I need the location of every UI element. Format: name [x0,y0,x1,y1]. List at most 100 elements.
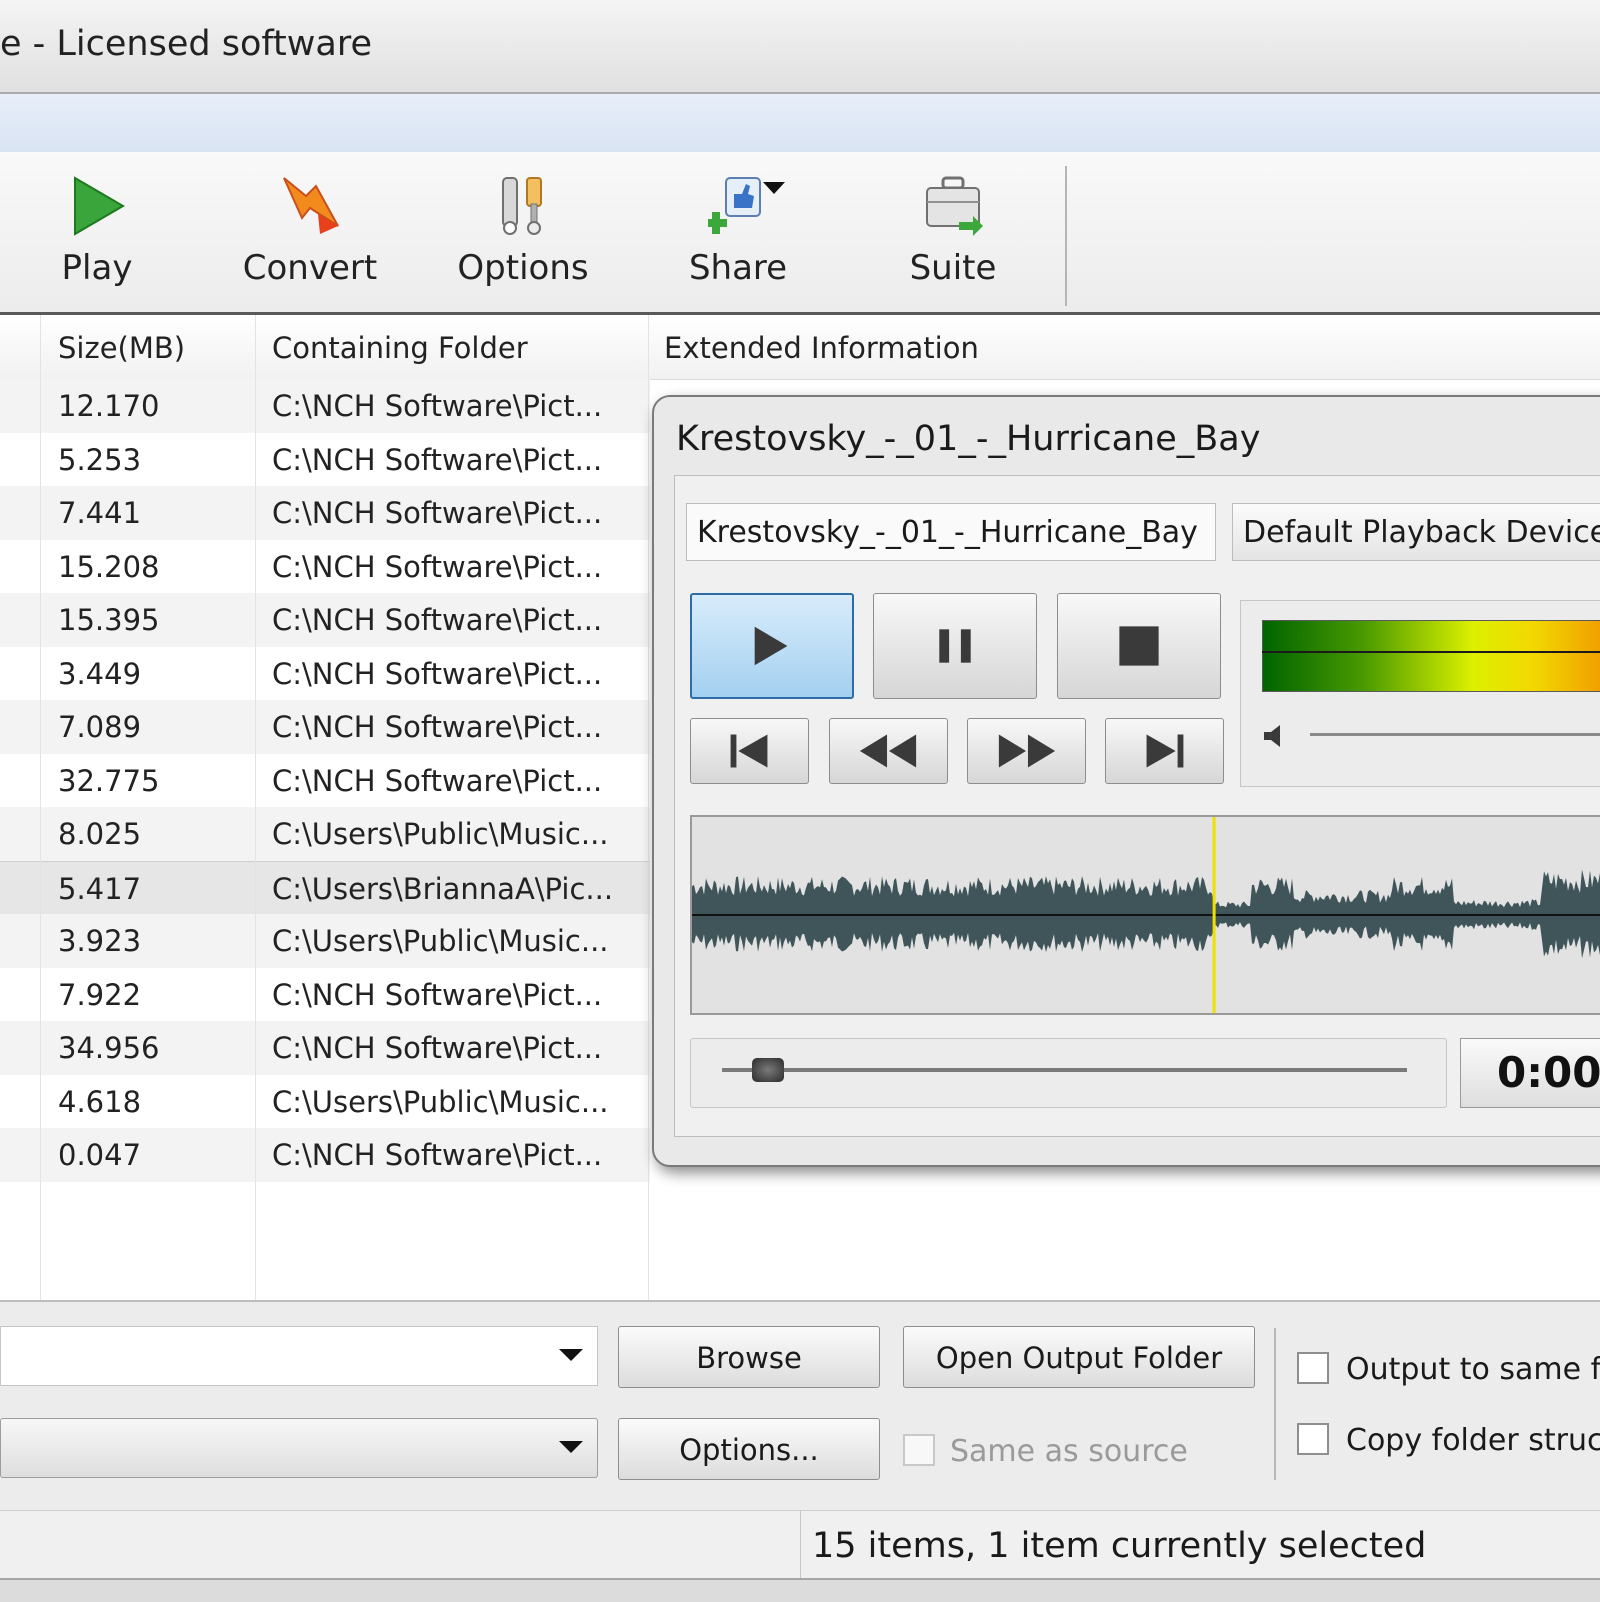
table-row[interactable]: 5.253 C:\NCH Software\Pict... [0,433,650,487]
output-folder-combo[interactable] [0,1326,598,1386]
table-row[interactable]: 0.047 C:\NCH Software\Pict... [0,1128,650,1182]
stop-icon [1119,626,1159,666]
folder-cell: C:\NCH Software\Pict... [272,442,603,477]
size-cell: 4.618 [58,1084,142,1119]
play-icon [74,176,125,236]
convert-icon [283,177,339,234]
size-cell: 32.775 [58,763,160,798]
column-divider [40,315,41,1300]
window-bottom-edge [0,1578,1600,1602]
folder-cell: C:\Users\Public\Music... [272,924,609,958]
folder-cell: C:\NCH Software\Pict... [272,656,603,691]
position-slider-track[interactable] [722,1068,1407,1072]
play-button[interactable]: Play [22,174,172,294]
output-same-folder-label: Output to same fo [1346,1352,1600,1387]
copy-folder-structure-checkbox[interactable] [1297,1423,1329,1455]
convert-button[interactable]: Convert [235,174,385,294]
folder-cell: C:\Users\BriannaA\Pic... [272,871,614,906]
same-as-source-checkbox[interactable] [903,1434,935,1466]
column-header-containing-folder[interactable]: Containing Folder [272,331,528,365]
fast-forward-button[interactable] [967,718,1086,784]
table-row[interactable]: 5.417 C:\Users\BriannaA\Pic... [0,860,650,916]
encoder-options-button[interactable]: Options... [618,1418,880,1480]
table-row[interactable]: 12.170 C:\NCH Software\Pict... [0,379,650,433]
time-display: 0:00: [1497,1048,1600,1097]
player-title: Krestovsky_-_01_-_Hurricane_Bay [676,419,1261,459]
folder-cell: C:\NCH Software\Pict... [272,496,603,530]
options-button[interactable]: Options [448,174,598,294]
folder-cell: C:\NCH Software\Pict... [272,1138,603,1172]
position-panel [690,1038,1447,1108]
share-dropdown-arrow-icon[interactable] [763,182,785,196]
table-row[interactable]: 32.775 C:\NCH Software\Pict... [0,754,650,808]
size-cell: 15.208 [58,549,160,584]
title-bar: e - Licensed software [0,0,1600,94]
size-cell: 7.922 [58,977,142,1012]
status-text: 15 items, 1 item currently selected [812,1526,1427,1566]
column-header-extended-information[interactable]: Extended Information [664,331,979,365]
table-row[interactable]: 3.923 C:\Users\Public\Music... [0,914,650,968]
volume-icon [1264,725,1280,747]
size-cell: 34.956 [58,1031,160,1065]
table-row[interactable]: 7.441 C:\NCH Software\Pict... [0,486,650,540]
player-stop-button[interactable] [1057,593,1221,699]
volume-slider[interactable] [1310,733,1600,736]
fast-forward-icon [998,734,1056,768]
table-row[interactable]: 15.208 C:\NCH Software\Pict... [0,540,650,594]
table-row[interactable]: 7.922 C:\NCH Software\Pict... [0,968,650,1022]
table-header: Size(MB) Containing Folder Extended Info… [0,315,1600,380]
chevron-down-icon[interactable] [559,1441,583,1453]
size-cell: 3.449 [58,656,142,691]
menu-bar [0,94,1600,153]
player-pause-button[interactable] [873,593,1037,699]
browse-button[interactable]: Browse [618,1326,880,1388]
suite-button[interactable]: Suite [878,174,1028,294]
share-label: Share [688,248,788,288]
playback-device-select[interactable]: Default Playback Device [1232,503,1600,561]
suite-briefcase-icon [926,176,983,236]
options-label: Options [457,248,589,288]
play-icon [754,626,788,666]
waveform-display[interactable] [690,815,1600,1015]
pause-icon [939,629,971,663]
suite-label: Suite [909,248,997,288]
options-tools-icon [502,177,542,235]
play-label: Play [61,248,133,288]
column-header-size[interactable]: Size(MB) [58,331,185,365]
folder-cell: C:\NCH Software\Pict... [272,763,603,798]
folder-cell: C:\NCH Software\Pict... [272,603,603,637]
folder-cell: C:\NCH Software\Pict... [272,977,603,1012]
rewind-icon [859,734,917,768]
share-button[interactable]: Share [663,174,813,294]
open-output-folder-button[interactable]: Open Output Folder [903,1326,1255,1388]
folder-cell: C:\NCH Software\Pict... [272,389,603,423]
table-row[interactable]: 15.395 C:\NCH Software\Pict... [0,593,650,647]
toolbar: Play Convert Options Share Suite [0,152,1600,315]
panel-separator [1274,1328,1276,1480]
table-row[interactable]: 4.618 C:\Users\Public\Music... [0,1075,650,1129]
output-same-folder-checkbox[interactable] [1297,1352,1329,1384]
size-cell: 12.170 [58,389,160,423]
position-slider-thumb[interactable] [752,1058,784,1082]
size-cell: 8.025 [58,817,142,851]
skip-to-start-button[interactable] [690,718,809,784]
skip-start-icon [730,734,768,768]
folder-cell: C:\Users\Public\Music... [272,1084,609,1119]
table-row[interactable]: 3.449 C:\NCH Software\Pict... [0,647,650,701]
table-row[interactable]: 34.956 C:\NCH Software\Pict... [0,1021,650,1075]
size-cell: 15.395 [58,603,160,637]
size-cell: 7.089 [58,710,142,744]
folder-cell: C:\NCH Software\Pict... [272,549,603,584]
size-cell: 7.441 [58,496,142,530]
chevron-down-icon[interactable] [559,1349,583,1361]
output-format-combo[interactable] [0,1418,598,1478]
table-row[interactable]: 7.089 C:\NCH Software\Pict... [0,700,650,754]
audio-level-meter [1262,620,1600,692]
skip-to-end-button[interactable] [1105,718,1224,784]
toolbar-separator [1065,166,1067,306]
convert-label: Convert [242,248,378,288]
table-row[interactable]: 8.025 C:\Users\Public\Music... [0,807,650,861]
player-play-button[interactable] [690,593,854,699]
rewind-button[interactable] [829,718,948,784]
folder-cell: C:\NCH Software\Pict... [272,710,603,744]
